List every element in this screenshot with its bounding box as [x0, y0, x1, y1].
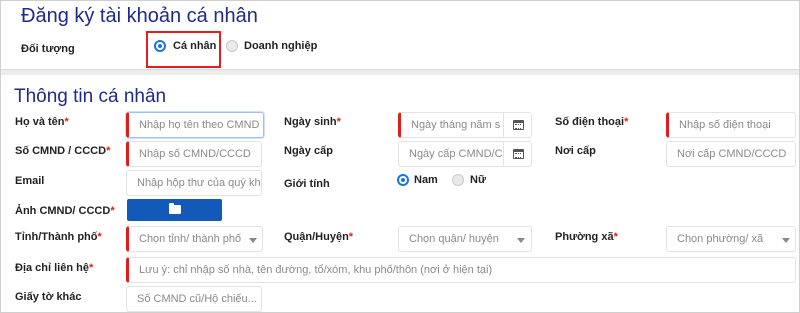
registration-form: Đăng ký tài khoản cá nhân Đối tượng Cá n…	[0, 0, 800, 313]
issue-place-label: Nơi cấp	[555, 145, 596, 157]
issue-place-input[interactable]: Nơi cấp CMND/CCCD	[666, 141, 796, 167]
ward-label: Phường xã*	[555, 231, 618, 243]
page-title: Đăng ký tài khoản cá nhân	[21, 5, 258, 27]
phone-input[interactable]: Nhập số điện thoại	[666, 112, 796, 138]
chevron-down-icon	[782, 238, 790, 243]
id-photo-label: Ảnh CMND/ CCCD*	[15, 205, 115, 217]
dob-label: Ngày sinh*	[284, 116, 341, 128]
radio-female[interactable]	[452, 174, 464, 186]
radio-business-label[interactable]: Doanh nghiệp	[244, 40, 317, 52]
email-input[interactable]: Nhập hộp thư của quý kh	[126, 170, 262, 196]
highlight-annotation	[146, 31, 221, 68]
calendar-icon	[513, 149, 524, 159]
radio-male[interactable]	[397, 174, 409, 186]
issue-date-label: Ngày cấp	[284, 145, 333, 157]
dob-input[interactable]: Ngày tháng năm s	[398, 112, 532, 138]
section-divider	[1, 69, 799, 75]
section-title: Thông tin cá nhân	[14, 86, 167, 107]
upload-id-photo-button[interactable]	[127, 199, 222, 221]
folder-open-icon	[169, 203, 181, 214]
province-select[interactable]: Chọn tỉnh/ thành phố	[126, 226, 263, 252]
radio-female-label[interactable]: Nữ	[470, 174, 486, 186]
issue-date-input[interactable]: Ngày cấp CMND/C	[398, 141, 532, 167]
radio-business[interactable]	[226, 40, 238, 52]
chevron-down-icon	[517, 238, 525, 243]
chevron-down-icon	[249, 238, 257, 243]
other-docs-input[interactable]: Số CMND cũ/Hộ chiếu...	[126, 286, 262, 312]
ward-select[interactable]: Chọn phường/ xã	[666, 226, 796, 252]
other-docs-label: Giấy tờ khác	[15, 291, 82, 303]
dob-calendar-button[interactable]	[503, 113, 531, 137]
province-label: Tỉnh/Thành phố*	[15, 231, 102, 243]
phone-label: Số điện thoại*	[555, 116, 629, 128]
gender-label: Giới tính	[284, 178, 330, 190]
id-number-label: Số CMND / CCCD*	[15, 145, 111, 157]
district-label: Quận/Huyện*	[284, 231, 354, 243]
issue-date-calendar-button[interactable]	[503, 142, 531, 166]
district-select[interactable]: Chọn quận/ huyện	[398, 226, 532, 252]
id-number-input[interactable]: Nhập số CMND/CCCD	[126, 141, 262, 167]
calendar-icon	[513, 120, 524, 130]
address-label: Địa chỉ liên hệ*	[15, 262, 94, 274]
radio-male-label[interactable]: Nam	[414, 174, 438, 186]
address-input[interactable]: Lưu ý: chỉ nhập số nhà, tên đường, tổ/xó…	[126, 257, 796, 283]
full-name-label: Họ và tên*	[15, 116, 69, 128]
subject-label: Đối tượng	[21, 43, 75, 55]
email-label: Email	[15, 175, 45, 187]
full-name-input[interactable]: Nhập họ tên theo CMND	[126, 112, 264, 138]
